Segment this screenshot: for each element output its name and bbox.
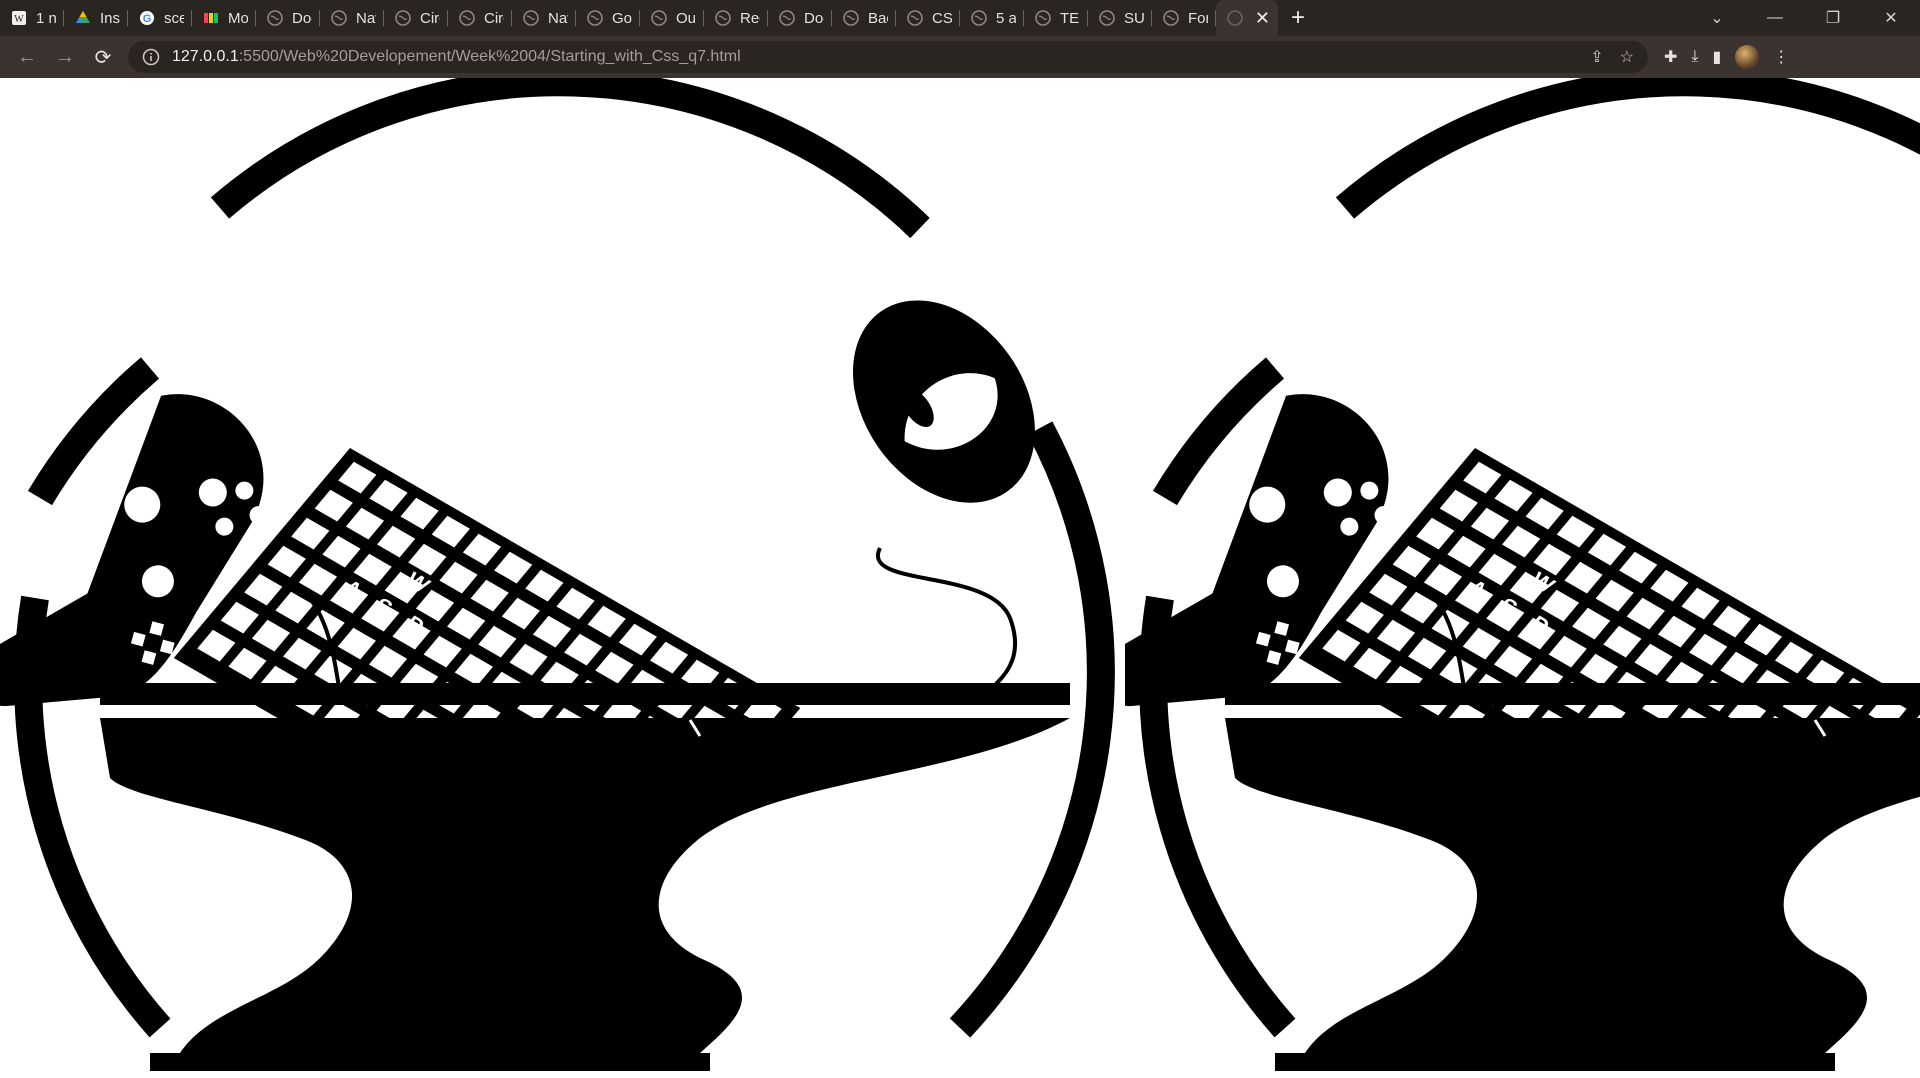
page-viewport: W A S D W A S D bbox=[0, 78, 1920, 1078]
tab-title: 5 an bbox=[996, 9, 1016, 27]
menu-icon[interactable]: ⋮ bbox=[1773, 47, 1789, 67]
tab-19[interactable]: Forn bbox=[1152, 0, 1216, 36]
monday-icon bbox=[202, 9, 220, 27]
tab-list: W 1 ne Instr Gscen Mon Doc Navi Circu Circu Navi G… bbox=[0, 0, 1216, 36]
tab-2[interactable]: Instr bbox=[64, 0, 128, 36]
tab-title: Instr bbox=[100, 9, 120, 27]
tab-title: Goo bbox=[612, 9, 632, 27]
tab-14[interactable]: Back bbox=[832, 0, 896, 36]
globe-icon bbox=[906, 9, 924, 27]
tab-title: Doc bbox=[292, 9, 312, 27]
tab-8[interactable]: Circu bbox=[448, 0, 512, 36]
share-icon[interactable]: ⇪ bbox=[1590, 47, 1603, 67]
extensions-icon[interactable]: ✚ bbox=[1664, 47, 1677, 67]
globe-icon bbox=[522, 9, 540, 27]
new-tab-button[interactable]: + bbox=[1278, 0, 1318, 36]
globe-icon bbox=[1162, 9, 1180, 27]
tab-15[interactable]: CSS bbox=[896, 0, 960, 36]
tab-search-icon[interactable]: ⌄ bbox=[1688, 0, 1746, 36]
tab-title: scen bbox=[164, 9, 184, 27]
tab-title: Navi bbox=[548, 9, 568, 27]
download-icon[interactable]: ⤓ bbox=[1691, 48, 1698, 66]
side-panel-icon[interactable]: ▮ bbox=[1712, 47, 1721, 67]
url-path: :5500/Web%20Developement/Week%2004/Start… bbox=[238, 48, 741, 65]
tab-title: TECH bbox=[1060, 9, 1080, 27]
tab-title: CSS bbox=[932, 9, 952, 27]
globe-icon bbox=[778, 9, 796, 27]
bookmark-star-icon[interactable]: ☆ bbox=[1620, 47, 1634, 67]
window-close-icon[interactable]: ✕ bbox=[1862, 0, 1920, 36]
globe-icon bbox=[1226, 9, 1244, 27]
tab-title: Our bbox=[676, 9, 696, 27]
minimize-icon[interactable]: — bbox=[1746, 0, 1804, 36]
logo-image: W A S D bbox=[1099, 78, 1920, 1078]
tab-title: Forn bbox=[1188, 9, 1208, 27]
tab-title: Doc bbox=[804, 9, 824, 27]
info-icon[interactable] bbox=[142, 48, 160, 66]
globe-icon bbox=[586, 9, 604, 27]
svg-text:W: W bbox=[14, 14, 24, 25]
tab-title: Circu bbox=[420, 9, 440, 27]
tab-title: SUR bbox=[1124, 9, 1144, 27]
tab-1[interactable]: W 1 ne bbox=[0, 0, 64, 36]
globe-icon bbox=[394, 9, 412, 27]
globe-icon bbox=[458, 9, 476, 27]
tab-12[interactable]: Requ bbox=[704, 0, 768, 36]
tab-title: Back bbox=[868, 9, 888, 27]
tab-11[interactable]: Our bbox=[640, 0, 704, 36]
globe-icon bbox=[1098, 9, 1116, 27]
forward-icon[interactable]: → bbox=[46, 38, 84, 76]
tab-13[interactable]: Doc bbox=[768, 0, 832, 36]
tab-title: Navi bbox=[356, 9, 376, 27]
tab-10[interactable]: Goo bbox=[576, 0, 640, 36]
tab-active[interactable]: ✕ bbox=[1216, 0, 1278, 36]
globe-icon bbox=[1034, 9, 1052, 27]
globe-icon bbox=[842, 9, 860, 27]
tab-4[interactable]: Mon bbox=[192, 0, 256, 36]
tab-title: Mon bbox=[228, 9, 248, 27]
tab-16[interactable]: 5 an bbox=[960, 0, 1024, 36]
tab-title: Requ bbox=[740, 9, 760, 27]
tab-title: 1 ne bbox=[36, 9, 56, 27]
url-host: 127.0.0.1 bbox=[172, 48, 239, 65]
address-bar[interactable]: 127.0.0.1:5500/Web%20Developement/Week%2… bbox=[128, 41, 1648, 73]
tab-18[interactable]: SUR bbox=[1088, 0, 1152, 36]
globe-icon bbox=[650, 9, 668, 27]
logo-image: W A S D bbox=[0, 78, 1120, 1078]
restore-icon[interactable]: ❐ bbox=[1804, 0, 1862, 36]
svg-text:G: G bbox=[143, 13, 152, 25]
google-drive-icon bbox=[74, 9, 92, 27]
tab-7[interactable]: Circu bbox=[384, 0, 448, 36]
globe-icon bbox=[714, 9, 732, 27]
tab-9[interactable]: Navi bbox=[512, 0, 576, 36]
tab-17[interactable]: TECH bbox=[1024, 0, 1088, 36]
tab-title: Circu bbox=[484, 9, 504, 27]
google-icon: G bbox=[138, 9, 156, 27]
tab-strip: W 1 ne Instr Gscen Mon Doc Navi Circu Circu Navi G… bbox=[0, 0, 1920, 36]
globe-icon bbox=[266, 9, 284, 27]
close-tab-icon[interactable]: ✕ bbox=[1255, 8, 1270, 29]
back-icon[interactable]: ← bbox=[8, 38, 46, 76]
reload-icon[interactable]: ⟳ bbox=[84, 38, 122, 76]
globe-icon bbox=[970, 9, 988, 27]
tab-3[interactable]: Gscen bbox=[128, 0, 192, 36]
globe-icon bbox=[330, 9, 348, 27]
avatar[interactable] bbox=[1735, 45, 1760, 69]
wordpress-icon: W bbox=[10, 9, 28, 27]
browser-toolbar: ← → ⟳ 127.0.0.1:5500/Web%20Developement/… bbox=[0, 36, 1920, 78]
tab-5[interactable]: Doc bbox=[256, 0, 320, 36]
tab-6[interactable]: Navi bbox=[320, 0, 384, 36]
